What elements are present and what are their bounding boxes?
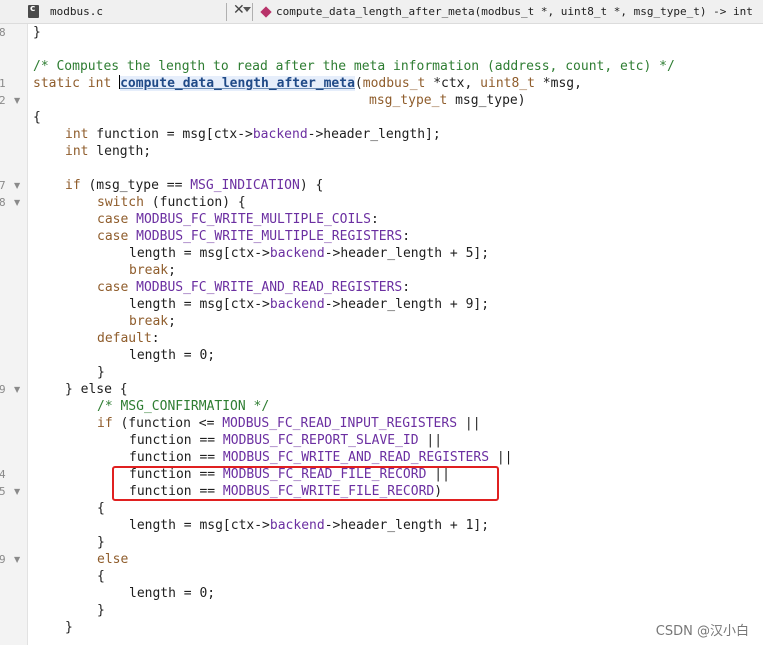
- code-line: msg_type_t msg_type): [369, 93, 526, 108]
- line-number: 1: [0, 77, 6, 90]
- code-line: default:: [97, 331, 160, 346]
- file-tab-label: modbus.c: [50, 5, 103, 18]
- code-line: if (function <= MODBUS_FC_READ_INPUT_REG…: [97, 416, 481, 431]
- function-definition-name: compute_data_length_after_meta: [120, 76, 355, 91]
- line-number: 5: [0, 485, 6, 498]
- tab-separator: [226, 3, 227, 21]
- code-line: int function = msg[ctx->backend->header_…: [65, 127, 441, 142]
- code-line: length = 0;: [129, 348, 216, 363]
- code-line: function == MODBUS_FC_REPORT_SLAVE_ID ||: [129, 433, 443, 448]
- watermark: CSDN @汉小白: [655, 624, 749, 639]
- code-line: case MODBUS_FC_WRITE_MULTIPLE_COILS:: [97, 212, 379, 227]
- line-number: 8: [0, 26, 6, 39]
- code-line: case MODBUS_FC_WRITE_AND_READ_REGISTERS:: [97, 280, 411, 295]
- code-line: {: [97, 501, 105, 516]
- fold-toggle-icon[interactable]: ▼: [14, 194, 20, 211]
- close-icon[interactable]: ✕: [233, 2, 245, 18]
- line-number: 9: [0, 553, 6, 566]
- line-number: 8: [0, 196, 6, 209]
- line-number: 9: [0, 383, 6, 396]
- code-line: }: [97, 535, 105, 550]
- code-line: function == MODBUS_FC_WRITE_AND_READ_REG…: [129, 450, 513, 465]
- line-number-gutter: 8 1 2 ▼ 7 ▼ 8 ▼ 9 ▼ 4 5 ▼ 9 ▼: [0, 24, 28, 645]
- code-line: case MODBUS_FC_WRITE_MULTIPLE_REGISTERS:: [97, 229, 411, 244]
- code-line: switch (function) {: [97, 195, 246, 210]
- code-line: length = msg[ctx->backend->header_length…: [129, 246, 490, 261]
- file-tab[interactable]: modbus.c: [28, 0, 251, 24]
- fold-toggle-icon[interactable]: ▼: [14, 177, 20, 194]
- code-line: }: [97, 365, 105, 380]
- code-line: {: [33, 110, 41, 125]
- fold-toggle-icon[interactable]: ▼: [14, 483, 20, 500]
- code-line: length = msg[ctx->backend->header_length…: [129, 297, 490, 312]
- code-line: }: [97, 603, 105, 618]
- code-line: {: [97, 569, 105, 584]
- code-line: int length;: [65, 144, 152, 159]
- code-line: else: [97, 552, 129, 567]
- code-line: length = msg[ctx->backend->header_length…: [129, 518, 490, 533]
- line-number: 7: [0, 179, 6, 192]
- code-line: }: [65, 620, 73, 635]
- line-number: 2: [0, 94, 6, 107]
- fold-toggle-icon[interactable]: ▼: [14, 92, 20, 109]
- fold-toggle-icon[interactable]: ▼: [14, 381, 20, 398]
- line-number: 4: [0, 468, 6, 481]
- code-line: if (msg_type == MSG_INDICATION) {: [65, 178, 324, 193]
- code-comment: /* Computes the length to read after the…: [33, 59, 675, 74]
- code-line: static int compute_data_length_after_met…: [33, 75, 582, 91]
- code-comment: /* MSG_CONFIRMATION */: [97, 399, 270, 414]
- fold-toggle-icon[interactable]: ▼: [14, 551, 20, 568]
- function-icon: [260, 6, 272, 18]
- code-line: } else {: [65, 382, 128, 397]
- editor-tab-bar: modbus.c ✕ compute_data_length_after_met…: [0, 0, 763, 24]
- code-line: break;: [129, 314, 176, 329]
- annotation-highlight-box: [112, 466, 499, 501]
- code-line: /* MSG_CONFIRMATION */: [97, 398, 269, 415]
- code-line: length = 0;: [129, 586, 216, 601]
- code-line: }: [33, 25, 41, 40]
- code-editor[interactable]: } /* Computes the length to read after t…: [33, 24, 763, 645]
- function-navigation-dropdown[interactable]: compute_data_length_after_meta(modbus_t …: [276, 5, 753, 18]
- tab-separator: [252, 3, 253, 21]
- code-line: /* Computes the length to read after the…: [33, 58, 675, 75]
- c-file-icon: [28, 4, 39, 18]
- code-line: break;: [129, 263, 176, 278]
